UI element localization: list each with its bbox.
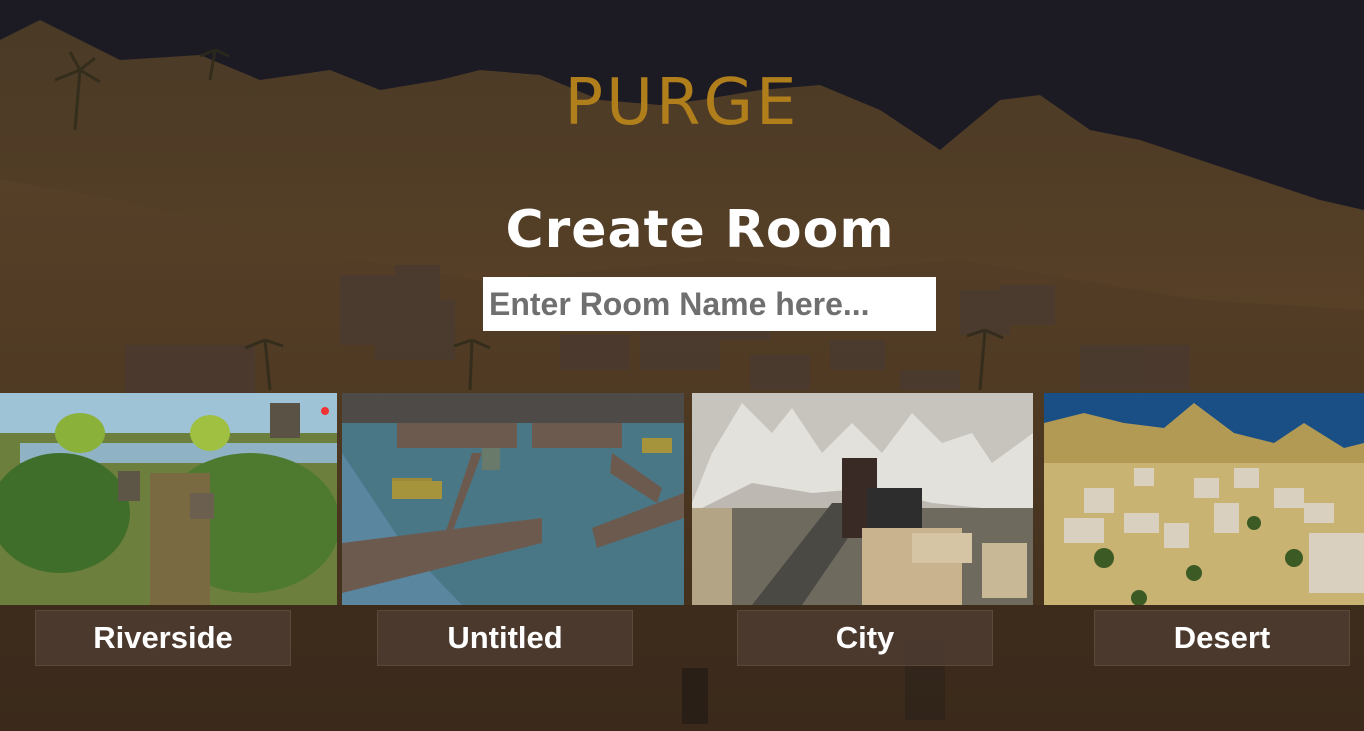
- map-button-riverside[interactable]: Riverside: [35, 610, 291, 666]
- map-thumbnail-desert[interactable]: [1044, 393, 1364, 605]
- map-thumbnail-city[interactable]: [692, 393, 1033, 605]
- game-title-logo: PURGE: [564, 66, 800, 140]
- create-room-heading: Create Room: [505, 200, 895, 260]
- room-name-input[interactable]: [483, 277, 936, 331]
- map-button-desert[interactable]: Desert: [1094, 610, 1350, 666]
- map-thumbnail-riverside[interactable]: [0, 393, 337, 605]
- map-thumbnail-untitled[interactable]: [342, 393, 684, 605]
- map-button-untitled[interactable]: Untitled: [377, 610, 633, 666]
- map-button-city[interactable]: City: [737, 610, 993, 666]
